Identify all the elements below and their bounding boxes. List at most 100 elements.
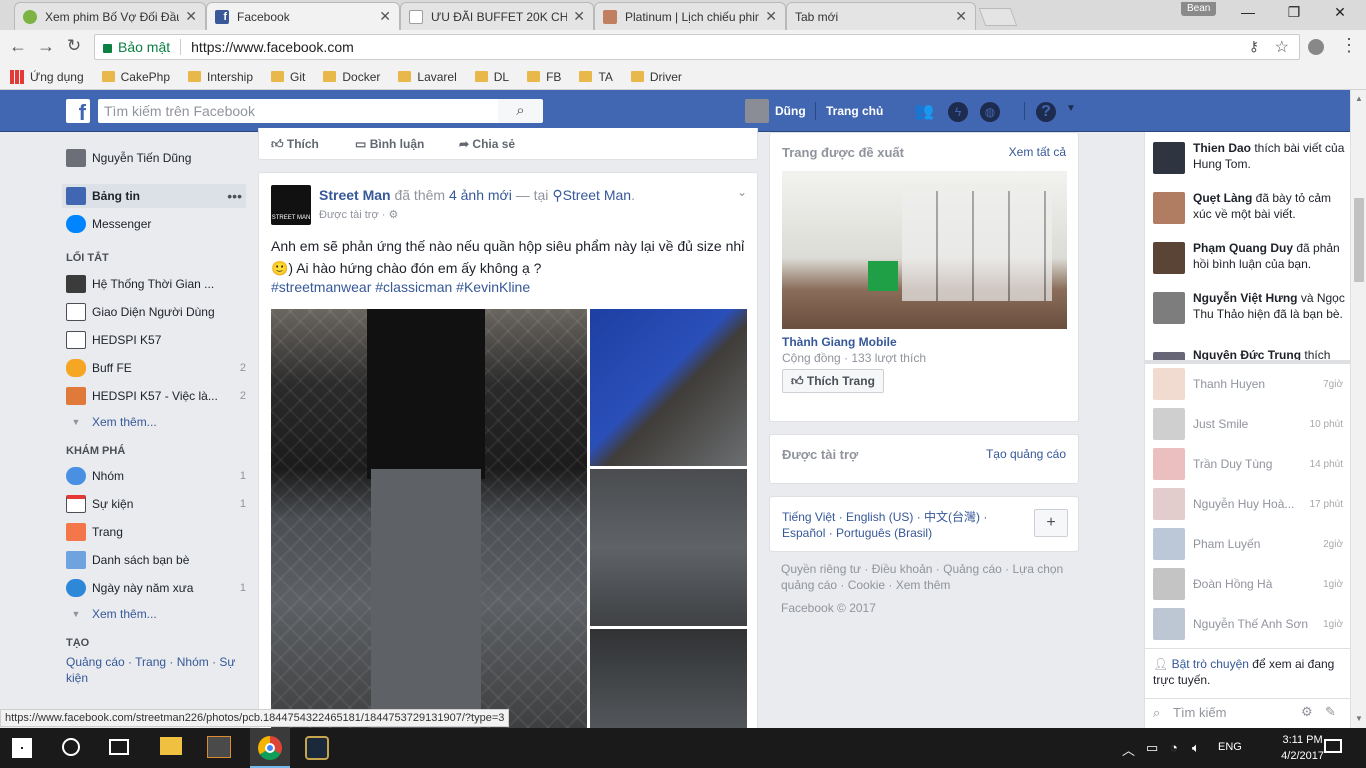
chat-search-input[interactable]: Tìm kiếm <box>1173 705 1226 720</box>
photos-link[interactable]: 4 ảnh mới <box>449 187 512 203</box>
bookmark-folder[interactable]: TA <box>579 70 613 84</box>
system-clock[interactable]: 3:11 PM 4/2/2017 <box>1281 732 1324 764</box>
forward-arrow-icon[interactable]: → <box>36 36 56 57</box>
contact-item[interactable]: Pham Luyến 2giờ <box>1153 528 1343 560</box>
footer-links[interactable]: Quyền riêng tư · Điều khoản · Quảng cáo … <box>781 561 1071 593</box>
post-photo-thumb[interactable] <box>590 629 747 731</box>
show-hidden-icons[interactable]: ︿ <box>1122 740 1135 759</box>
sublime-text-icon[interactable] <box>207 736 231 758</box>
help-icon[interactable]: ? <box>1036 102 1056 122</box>
omnibox[interactable]: Bảo mật https://www.facebook.com ⚷ ☆ <box>94 34 1300 60</box>
bookmark-folder[interactable]: Docker <box>323 70 380 84</box>
bookmark-folder[interactable]: CakePhp <box>101 70 170 84</box>
star-icon[interactable]: ☆ <box>1275 37 1289 57</box>
see-more-shortcuts[interactable]: ▼ Xem thêm... <box>66 411 246 433</box>
sidebar-item-events[interactable]: Sự kiện 1 <box>66 493 246 515</box>
sidebar-item-news-feed[interactable]: Bảng tin ••• <box>62 184 246 208</box>
scrollbar-thumb[interactable] <box>1354 198 1364 282</box>
notifications-globe-icon[interactable]: ◍ <box>980 102 1000 122</box>
ticker-item[interactable]: Quẹt Làng đã bày tỏ cảm xúc về một bài v… <box>1153 190 1345 230</box>
chevron-down-icon[interactable]: ▼ <box>1066 103 1076 114</box>
language-links[interactable]: Tiếng Việt · English (US) · 中文(台灣) · Esp… <box>782 509 1022 541</box>
action-center-icon[interactable] <box>1324 739 1342 753</box>
volume-icon[interactable]: 🔈︎ <box>1192 740 1200 756</box>
bookmark-folder[interactable]: Git <box>271 70 305 84</box>
post-author-link[interactable]: Street Man <box>319 187 391 203</box>
close-tab-icon[interactable]: ✕ <box>379 8 391 25</box>
page-avatar[interactable]: STREET MAN <box>271 185 311 225</box>
minimize-icon[interactable]: — <box>1238 4 1258 20</box>
bookmark-apps[interactable]: Ứng dụng <box>10 69 84 84</box>
post-options-chevron-icon[interactable]: ⌄ <box>737 185 747 199</box>
search-input[interactable]: Tìm kiếm trên Facebook <box>98 99 498 123</box>
see-all-link[interactable]: Xem tất cả <box>1009 145 1066 159</box>
contact-item[interactable]: Nguyễn Thế Anh Sơn 1giờ <box>1153 608 1343 640</box>
battery-icon[interactable]: ▭ <box>1146 740 1158 756</box>
new-tab-button[interactable] <box>978 8 1018 26</box>
like-page-button[interactable]: 👍︎ Thích Trang <box>782 369 884 393</box>
key-icon[interactable]: ⚷ <box>1249 38 1259 55</box>
more-options-icon[interactable]: ••• <box>227 188 242 204</box>
browser-tab[interactable]: Xem phim Bố Vợ Đối Đầu ✕ <box>14 2 206 30</box>
close-tab-icon[interactable]: ✕ <box>955 8 967 25</box>
sidebar-item-shortcut[interactable]: HEDSPI K57 <box>66 329 246 351</box>
post-hashtags[interactable]: #streetmanwear #classicman #KevinKline <box>271 279 530 295</box>
messenger-icon[interactable]: ϟ <box>948 102 968 122</box>
comment-button[interactable]: ▭ Bình luận <box>355 137 424 151</box>
input-language[interactable]: ENG <box>1218 741 1242 753</box>
league-of-legends-icon[interactable] <box>305 736 329 760</box>
bookmark-folder[interactable]: Intership <box>188 70 253 84</box>
share-button[interactable]: ➦ Chia sẻ <box>459 137 515 151</box>
sidebar-item-pages[interactable]: Trang <box>66 521 246 543</box>
create-links[interactable]: Quảng cáo · Trang · Nhóm · Sự kiện <box>66 654 246 686</box>
close-tab-icon[interactable]: ✕ <box>185 8 197 25</box>
bookmark-folder[interactable]: Driver <box>630 70 682 84</box>
ticker-item[interactable]: Nguyễn Việt Hưng và Ngọc Thu Thảo hiện đ… <box>1153 290 1345 342</box>
sidebar-item-on-this-day[interactable]: Ngày này năm xưa 1 <box>66 577 246 599</box>
contact-item[interactable]: Just Smile 10 phút <box>1153 408 1343 440</box>
page-scrollbar[interactable]: ▲ ▼ <box>1350 90 1366 728</box>
see-more-explore[interactable]: ▼ Xem thêm... <box>66 603 246 625</box>
home-link[interactable]: Trang chủ <box>826 104 883 118</box>
compose-icon[interactable]: ✎ <box>1325 704 1336 720</box>
bookmark-folder[interactable]: FB <box>527 70 561 84</box>
profile-badge[interactable]: Bean <box>1181 2 1217 16</box>
scroll-up-icon[interactable]: ▲ <box>1355 94 1363 103</box>
enable-chat-link[interactable]: Bật trò chuyện <box>1172 657 1249 671</box>
browser-tab[interactable]: ƯU ĐÃI BUFFET 20K CHO ✕ <box>400 2 594 30</box>
ticker-item[interactable]: Nguyễn Đức Trung thích <box>1153 350 1345 360</box>
windows-start-icon[interactable] <box>12 738 32 758</box>
task-view-icon[interactable] <box>109 739 129 755</box>
add-language-button[interactable]: + <box>1034 509 1068 537</box>
profile-link[interactable]: Dũng <box>775 104 806 118</box>
menu-dots-icon[interactable]: ⋮ <box>1340 35 1358 56</box>
extension-icon[interactable] <box>1308 39 1324 55</box>
sidebar-item-shortcut[interactable]: Hệ Thống Thời Gian ... <box>66 273 246 295</box>
cortana-search-icon[interactable] <box>62 738 80 756</box>
sponsored-label[interactable]: Được tài trợ · <box>319 209 388 221</box>
contact-item[interactable]: Thanh Huyen 7giờ <box>1153 368 1343 400</box>
bookmark-folder[interactable]: DL <box>474 70 509 84</box>
avatar[interactable] <box>745 99 769 123</box>
url-text[interactable]: https://www.facebook.com <box>191 39 354 55</box>
post-photo-main[interactable] <box>271 309 587 729</box>
file-explorer-icon[interactable] <box>160 737 182 755</box>
page-cover-image[interactable] <box>782 171 1067 329</box>
sidebar-item-friend-lists[interactable]: Danh sách bạn bè <box>66 549 246 571</box>
sidebar-item-shortcut[interactable]: Giao Diện Người Dùng <box>66 301 246 323</box>
gear-icon[interactable]: ⚙ <box>1301 704 1313 720</box>
close-tab-icon[interactable]: ✕ <box>765 8 777 25</box>
like-button[interactable]: 👍︎ Thích <box>271 137 319 152</box>
browser-tab[interactable]: Tab mới ✕ <box>786 2 976 30</box>
facebook-logo-icon[interactable]: f <box>66 99 90 123</box>
contact-item[interactable]: Trần Duy Tùng 14 phút <box>1153 448 1343 480</box>
profile-link[interactable]: Nguyễn Tiến Dũng <box>66 147 246 169</box>
place-link[interactable]: Street Man <box>563 187 631 203</box>
sidebar-item-shortcut[interactable]: Buff FE 2 <box>66 357 246 379</box>
friend-requests-icon[interactable]: 👥 <box>914 102 934 122</box>
wifi-icon[interactable]: ◔ <box>1170 740 1178 755</box>
contact-item[interactable]: Đoàn Hồng Hà 1giờ <box>1153 568 1343 600</box>
post-photo-thumb[interactable] <box>590 309 747 466</box>
close-window-icon[interactable]: ✕ <box>1330 4 1350 21</box>
page-name-link[interactable]: Thành Giang Mobile <box>782 335 897 349</box>
